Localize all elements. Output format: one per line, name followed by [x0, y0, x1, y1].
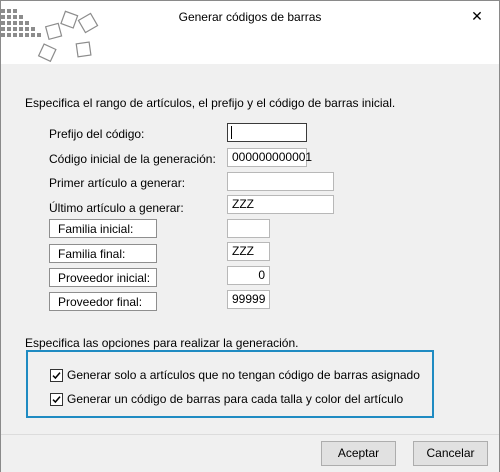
codigo-inicial-label: Código inicial de la generación:	[49, 152, 216, 166]
option-row-talla-color[interactable]: Generar un código de barras para cada ta…	[50, 392, 403, 406]
proveedor-inicial-input[interactable]: 0	[227, 266, 270, 285]
options-title: Especifica las opciones para realizar la…	[25, 336, 299, 350]
familia-final-input[interactable]: ZZZ	[227, 242, 270, 261]
primer-articulo-input[interactable]	[227, 172, 334, 191]
familia-inicial-input[interactable]	[227, 219, 270, 238]
dialog-footer: Aceptar Cancelar	[1, 434, 499, 472]
familia-final-button[interactable]: Familia final:	[49, 244, 157, 263]
barcode-logo-icon	[1, 9, 99, 63]
accept-button[interactable]: Aceptar	[321, 441, 396, 466]
checkmark-icon	[52, 371, 61, 379]
option-label-sin-codigo: Generar solo a artículos que no tengan c…	[67, 368, 420, 382]
option-row-sin-codigo[interactable]: Generar solo a artículos que no tengan c…	[50, 368, 420, 382]
checkbox-sin-codigo[interactable]	[50, 368, 63, 382]
ultimo-articulo-label: Último artículo a generar:	[49, 201, 184, 215]
primer-articulo-label: Primer artículo a generar:	[49, 176, 186, 190]
checkmark-icon	[52, 395, 61, 403]
prefijo-input[interactable]	[227, 123, 307, 142]
close-button[interactable]: ✕	[469, 8, 485, 24]
ultimo-articulo-input[interactable]: ZZZ	[227, 195, 334, 214]
proveedor-inicial-button[interactable]: Proveedor inicial:	[49, 268, 157, 287]
instruction-text: Especifica el rango de artículos, el pre…	[25, 96, 396, 110]
option-label-talla-color: Generar un código de barras para cada ta…	[67, 392, 404, 406]
options-group: Generar solo a artículos que no tengan c…	[26, 350, 434, 418]
close-icon: ✕	[471, 8, 483, 24]
familia-inicial-button[interactable]: Familia inicial:	[49, 219, 157, 238]
proveedor-final-input[interactable]: 99999	[227, 290, 270, 309]
checkbox-talla-color[interactable]	[50, 392, 63, 406]
prefijo-label: Prefijo del código:	[49, 127, 145, 141]
dialog-content: Especifica el rango de artículos, el pre…	[1, 64, 499, 434]
text-caret	[231, 126, 232, 139]
proveedor-final-button[interactable]: Proveedor final:	[49, 292, 157, 311]
cancel-button[interactable]: Cancelar	[413, 441, 488, 466]
codigo-inicial-input[interactable]: 000000000001	[227, 148, 312, 167]
dialog-window: Generar códigos de barras ✕ Especifica e…	[0, 0, 500, 472]
